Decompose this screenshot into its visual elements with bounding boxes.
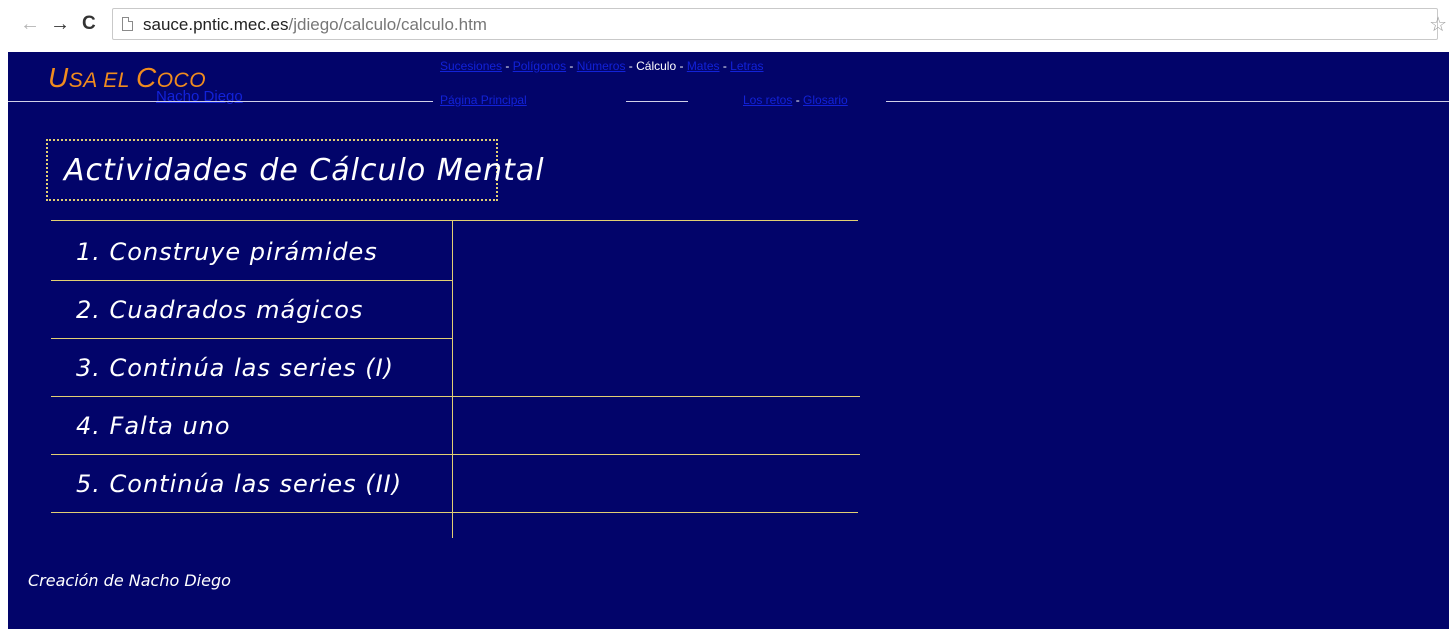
header-divider-right (886, 101, 1449, 102)
table-column-divider (452, 220, 453, 538)
table-divider-top (51, 220, 858, 221)
page-content: USA EL COCO Nacho Diego Sucesiones - Pol… (0, 52, 1449, 629)
activity-link-construye-piramides[interactable]: 1. Construye pirámides (76, 238, 378, 266)
table-divider-bottom (51, 512, 858, 513)
activity-link-continua-series-1[interactable]: 3. Continúa las series (I) (76, 354, 394, 382)
nav-separator: - (719, 59, 731, 73)
forward-arrow-icon[interactable]: → (50, 14, 70, 34)
nav-separator: - (566, 59, 577, 73)
footer-credit: Creación de Nacho Diego (28, 571, 231, 590)
topnav-row-1: Sucesiones - Polígonos - Números - Cálcu… (440, 59, 764, 73)
nav-link-pagina-principal[interactable]: Página Principal (440, 93, 527, 107)
brand-letter-c: C (135, 62, 157, 93)
table-divider-2 (51, 338, 453, 339)
brand-part-sa-el: SA EL (68, 69, 136, 92)
nav-current-calculo: - Cálculo - (625, 59, 687, 73)
topnav-row-2-left: Página Principal (440, 93, 527, 107)
page-title: Actividades de Cálculo Mental (64, 153, 545, 188)
nav-separator: - (792, 93, 804, 107)
browser-toolbar: ← → C sauce.pntic.mec.es/jdiego/calculo/… (0, 0, 1449, 52)
brand-letter-u: U (48, 62, 69, 93)
page-left-edge (0, 52, 8, 629)
activity-link-falta-uno[interactable]: 4. Falta uno (76, 412, 231, 440)
back-arrow-icon[interactable]: ← (20, 14, 40, 34)
nav-link-letras[interactable]: Letras (730, 59, 763, 73)
url-path: /jdiego/calculo/calculo.htm (288, 15, 487, 34)
topnav-row-2-right: Los retos - Glosario (743, 93, 848, 107)
header-divider-middle (626, 101, 688, 102)
nav-link-sucesiones[interactable]: Sucesiones (440, 59, 502, 73)
address-bar[interactable]: sauce.pntic.mec.es/jdiego/calculo/calcul… (112, 8, 1447, 40)
table-divider-3 (51, 396, 860, 397)
page-title-box: Actividades de Cálculo Mental (46, 139, 544, 201)
nav-separator: - (502, 59, 513, 73)
activity-link-continua-series-2[interactable]: 5. Continúa las series (II) (76, 470, 402, 498)
activity-link-cuadrados-magicos[interactable]: 2. Cuadrados mágicos (76, 296, 363, 324)
author-link[interactable]: Nacho Diego (156, 88, 243, 105)
page-icon (122, 17, 133, 31)
nav-link-numeros[interactable]: Números (577, 59, 626, 73)
table-divider-4 (51, 454, 860, 455)
bookmark-star-icon[interactable]: ☆ (1429, 12, 1447, 37)
header-divider-left (8, 101, 433, 102)
nav-link-glosario[interactable]: Glosario (803, 93, 848, 107)
url-text[interactable]: sauce.pntic.mec.es/jdiego/calculo/calcul… (143, 15, 487, 35)
nav-link-los-retos[interactable]: Los retos (743, 93, 792, 107)
url-host: sauce.pntic.mec.es (143, 15, 289, 34)
nav-link-poligonos[interactable]: Polígonos (513, 59, 566, 73)
nav-link-mates[interactable]: Mates (687, 59, 720, 73)
table-divider-1 (51, 280, 453, 281)
reload-icon[interactable]: C (82, 14, 96, 34)
